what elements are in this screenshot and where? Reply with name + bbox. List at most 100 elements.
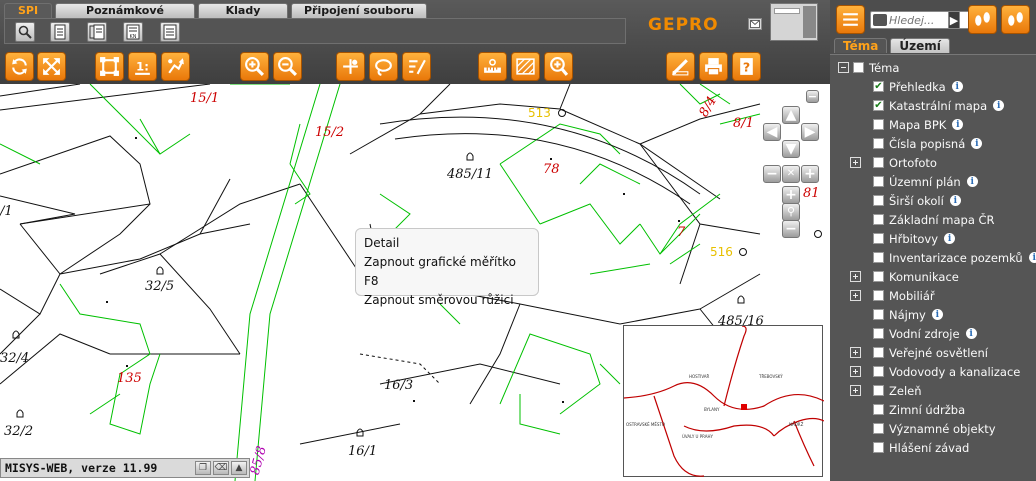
layer-item[interactable]: ✔ Katastrální mapa i	[873, 96, 1005, 115]
layer-item[interactable]: Mobiliář	[850, 286, 935, 305]
checkbox-checked[interactable]: ✔	[873, 81, 884, 92]
info-icon[interactable]: i	[951, 81, 963, 92]
tab-pripojeni-souboru[interactable]: Připojení souboru	[291, 3, 427, 18]
scale-button[interactable]: 1:	[128, 52, 157, 81]
document-stack-button[interactable]	[87, 22, 107, 42]
zoom-box-button[interactable]	[95, 52, 124, 81]
help-button[interactable]: ?	[732, 52, 761, 81]
document-list-button[interactable]	[50, 22, 70, 42]
mail-button[interactable]	[748, 18, 762, 30]
checkbox[interactable]	[873, 385, 884, 396]
checkbox[interactable]	[873, 195, 884, 206]
layer-item[interactable]: Nájmy i	[873, 305, 943, 324]
window-layout-panel[interactable]	[770, 3, 818, 41]
full-extent-button[interactable]	[37, 52, 66, 81]
layer-item[interactable]: Základní mapa ČR	[873, 210, 995, 229]
menu-item-detail[interactable]: Detail	[364, 234, 530, 253]
menu-item-compass[interactable]: Zapnout směrovou růžici	[364, 291, 530, 310]
draw-tool-button[interactable]	[666, 52, 695, 81]
layer-item[interactable]: Významné objekty	[873, 419, 996, 438]
expand-plus-icon[interactable]	[850, 366, 861, 377]
info-icon[interactable]: i	[993, 100, 1005, 111]
layer-item[interactable]: Zeleň	[850, 381, 922, 400]
checkbox[interactable]	[873, 119, 884, 130]
checkbox[interactable]	[853, 62, 864, 73]
tab-spi[interactable]: SPI	[4, 3, 52, 18]
layer-item[interactable]: Veřejné osvětlení	[850, 343, 988, 362]
export-list-button[interactable]	[160, 22, 180, 42]
layer-item[interactable]: Hřbitovy i	[873, 229, 956, 248]
layer-root[interactable]: Téma	[838, 58, 899, 77]
layer-item[interactable]: Komunikace	[850, 267, 959, 286]
layer-item[interactable]: Mapa BPK i	[873, 115, 964, 134]
copy-button[interactable]: ❐	[195, 461, 211, 475]
pan-down-button[interactable]: ▼	[782, 140, 800, 158]
expand-plus-icon[interactable]	[850, 290, 861, 301]
footprints-button[interactable]	[968, 5, 997, 34]
expand-plus-icon[interactable]	[850, 157, 861, 168]
expand-status-button[interactable]: ▲	[231, 461, 247, 475]
layer-item[interactable]: Ortofoto	[850, 153, 937, 172]
search-tool-button[interactable]	[15, 22, 35, 42]
checkbox[interactable]	[873, 233, 884, 244]
expand-plus-icon[interactable]	[850, 385, 861, 396]
delete-button[interactable]: ⌫	[213, 461, 229, 475]
info-icon[interactable]: i	[966, 176, 978, 187]
zoom-out-small-button[interactable]: −	[782, 220, 800, 238]
layers-menu-button[interactable]	[836, 5, 865, 34]
map-canvas[interactable]: 15/1 15/2 78 7 8/1 8/4 135 81 485/11 32/…	[0, 84, 830, 481]
measure-distance-button[interactable]	[478, 52, 507, 81]
info-icon[interactable]: i	[944, 233, 956, 244]
layer-item[interactable]: Čísla popisná i	[873, 134, 983, 153]
pan-up-button[interactable]: ▲	[782, 106, 800, 124]
tab-uzemi[interactable]: Území	[890, 38, 950, 53]
checkbox[interactable]	[873, 404, 884, 415]
point-info-button[interactable]	[336, 52, 365, 81]
expand-plus-icon[interactable]	[850, 271, 861, 282]
checkbox-checked[interactable]: ✔	[873, 100, 884, 111]
pan-tool-button[interactable]	[161, 52, 190, 81]
layer-item[interactable]: Inventarizace pozemků i	[873, 248, 1036, 267]
menu-item-scale-bar[interactable]: Zapnout grafické měřítko F8	[364, 253, 530, 291]
checkbox[interactable]	[873, 214, 884, 225]
layer-item[interactable]: Širší okolí i	[873, 191, 961, 210]
zoom-reset-button[interactable]: ✕	[782, 165, 800, 183]
layer-item[interactable]: ✔ Přehledka i	[873, 77, 963, 96]
info-icon[interactable]: i	[952, 119, 964, 130]
info-icon[interactable]: i	[971, 138, 983, 149]
print-button[interactable]	[699, 52, 728, 81]
collapse-nav-button[interactable]: −	[806, 90, 819, 103]
rotate-map-button[interactable]	[5, 52, 34, 81]
pan-right-button[interactable]: ▶	[801, 123, 819, 141]
info-icon[interactable]: i	[965, 328, 977, 339]
info-icon[interactable]: i	[1028, 252, 1036, 263]
info-icon[interactable]: i	[949, 195, 961, 206]
zoom-in-small-button[interactable]: +	[782, 186, 800, 204]
layer-item[interactable]: Vodovody a kanalizace	[850, 362, 1020, 381]
measure-area-button[interactable]	[369, 52, 398, 81]
checkbox[interactable]	[873, 423, 884, 434]
checkbox[interactable]	[873, 176, 884, 187]
layer-item[interactable]: Hlášení závad	[873, 438, 969, 457]
zoom-in-button[interactable]	[240, 52, 269, 81]
checkbox[interactable]	[873, 290, 884, 301]
zoom-minus-button[interactable]: −	[763, 165, 781, 183]
expand-plus-icon[interactable]	[850, 347, 861, 358]
zoom-slider-icon[interactable]: ⚲	[782, 203, 800, 221]
checkbox[interactable]	[873, 138, 884, 149]
checkbox[interactable]	[873, 309, 884, 320]
tab-tema[interactable]: Téma	[834, 38, 888, 53]
tab-klady-map[interactable]: Klady map	[198, 3, 288, 31]
zoom-plus-button[interactable]: +	[801, 165, 819, 183]
select-list-button[interactable]	[402, 52, 431, 81]
pan-left-button[interactable]: ◀	[763, 123, 781, 141]
zoom-out-button[interactable]	[273, 52, 302, 81]
hatch-area-button[interactable]	[511, 52, 540, 81]
checkbox[interactable]	[873, 366, 884, 377]
magnify-detail-button[interactable]	[544, 52, 573, 81]
checkbox[interactable]	[873, 271, 884, 282]
layer-item[interactable]: Vodní zdroje i	[873, 324, 977, 343]
checkbox[interactable]	[873, 442, 884, 453]
info-icon[interactable]: i	[931, 309, 943, 320]
kn-report-button[interactable]: KN	[123, 22, 143, 42]
